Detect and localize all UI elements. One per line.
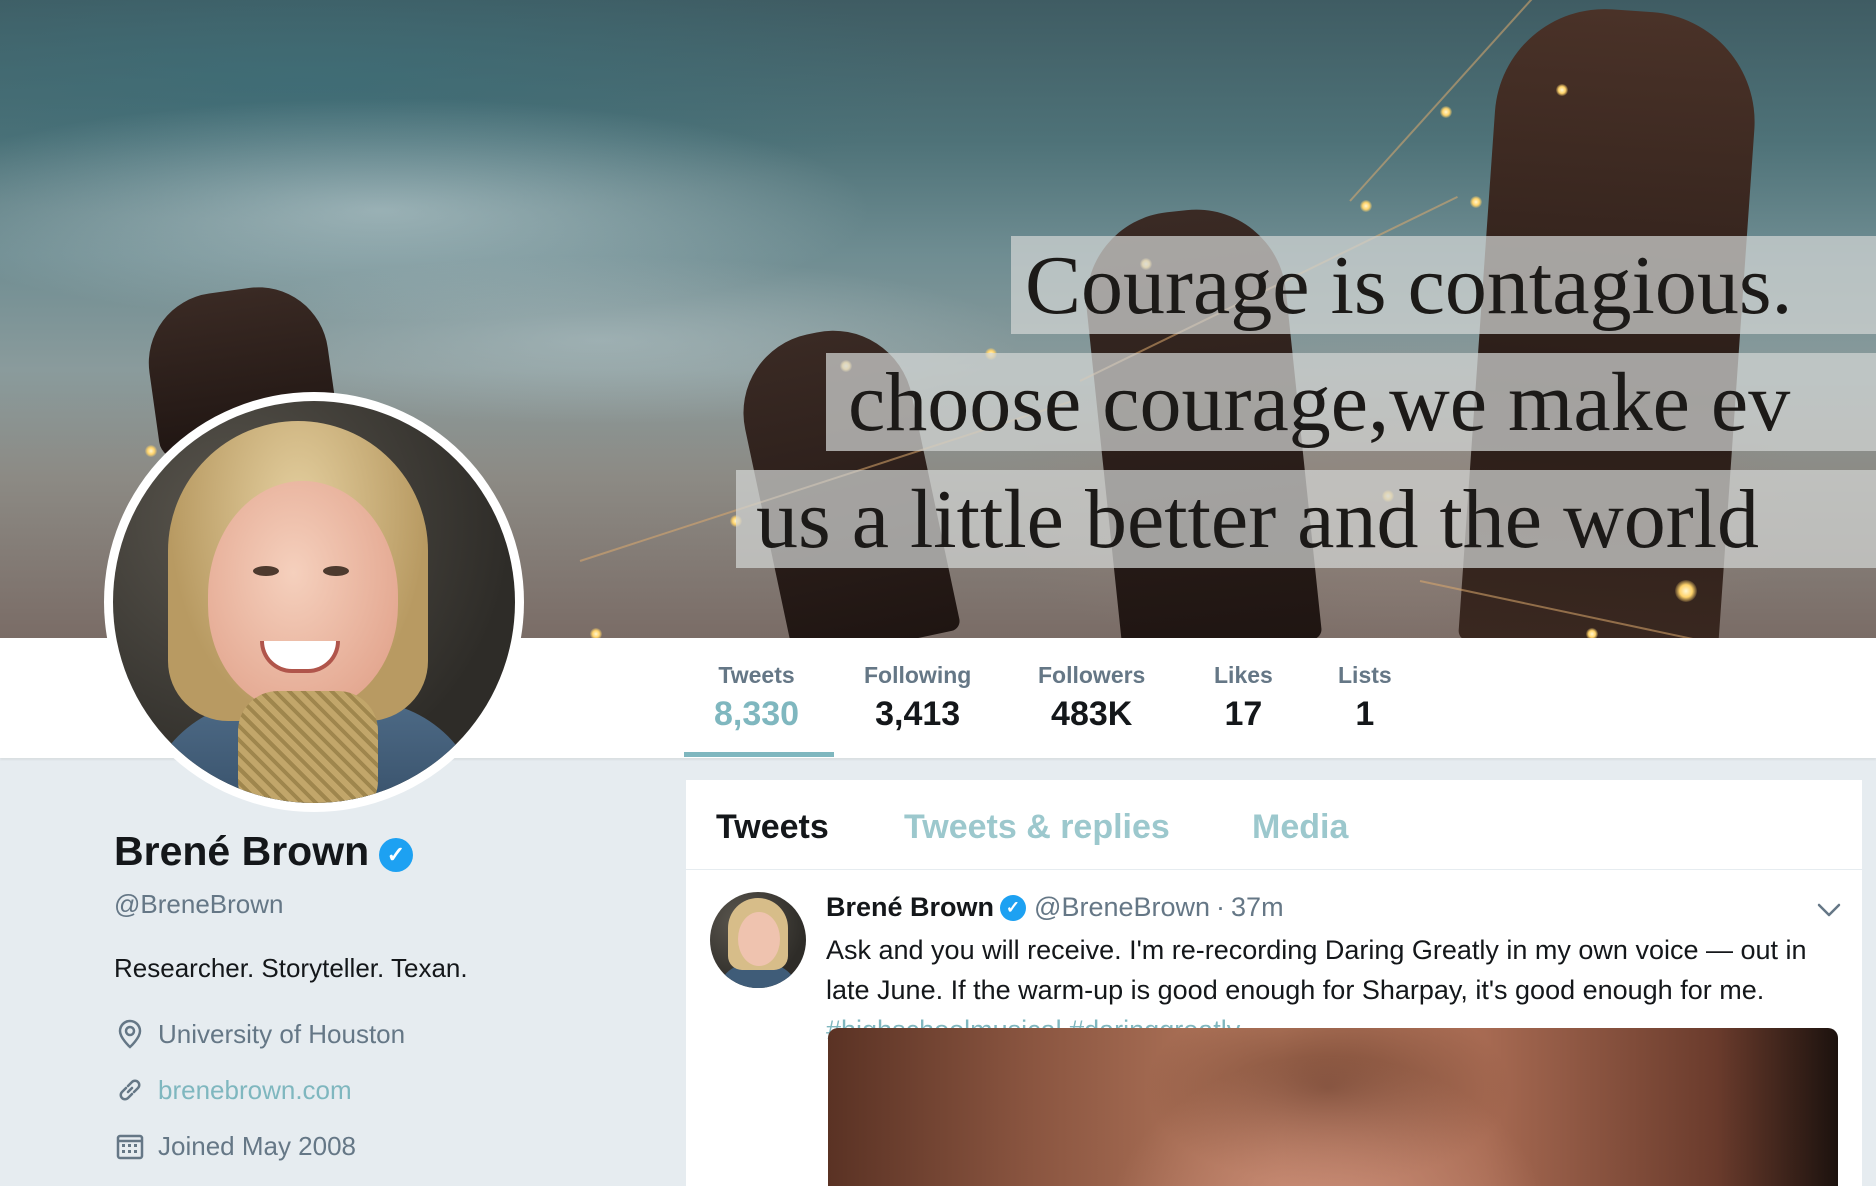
timeline-card: Tweets Tweets & replies Media Brené Brow… bbox=[686, 780, 1862, 1186]
timeline-tabs: Tweets Tweets & replies Media bbox=[686, 780, 1862, 870]
location-text: University of Houston bbox=[158, 1018, 406, 1049]
tweet-separator: · bbox=[1216, 892, 1226, 922]
stat-followers[interactable]: Followers 483K bbox=[1038, 662, 1145, 734]
stat-label: Tweets bbox=[718, 662, 795, 688]
stat-value: 483K bbox=[1051, 695, 1133, 733]
tweet-media-video[interactable] bbox=[828, 1028, 1838, 1186]
verified-badge-icon: ✓ bbox=[379, 838, 413, 872]
fairy-light bbox=[1440, 106, 1452, 118]
stat-label: Lists bbox=[1338, 662, 1392, 688]
stat-value: 8,330 bbox=[714, 695, 800, 733]
fairy-light bbox=[1470, 196, 1482, 208]
fairy-light bbox=[1556, 84, 1568, 96]
location-pin-icon bbox=[114, 1018, 146, 1050]
stat-tweets[interactable]: Tweets 8,330 bbox=[714, 662, 799, 734]
website-link[interactable]: brenebrown.com bbox=[158, 1075, 352, 1106]
tab-tweets-and-replies[interactable]: Tweets & replies bbox=[904, 808, 1170, 847]
avatar-eye bbox=[323, 566, 349, 576]
chevron-down-icon[interactable] bbox=[1814, 898, 1844, 922]
avatar-scarf bbox=[238, 691, 378, 803]
stat-label: Likes bbox=[1214, 662, 1273, 688]
calendar-icon bbox=[114, 1130, 146, 1162]
fairy-light bbox=[1586, 628, 1598, 638]
verified-badge-icon: ✓ bbox=[1000, 894, 1027, 921]
avatar-eye bbox=[253, 566, 279, 576]
profile-joined: Joined May 2008 bbox=[114, 1128, 356, 1164]
profile-website: brenebrown.com bbox=[114, 1072, 352, 1108]
stat-label: Followers bbox=[1038, 662, 1146, 688]
link-icon bbox=[114, 1074, 146, 1106]
profile-handle[interactable]: @BreneBrown bbox=[114, 889, 283, 920]
tweet-body: Ask and you will receive. I'm re-recordi… bbox=[826, 935, 1807, 1005]
fairy-light bbox=[145, 445, 157, 457]
fairy-light bbox=[1360, 200, 1372, 212]
profile-bio: Researcher. Storyteller. Texan. bbox=[114, 953, 468, 983]
stat-value: 3,413 bbox=[875, 695, 961, 733]
active-stat-underline bbox=[684, 752, 834, 757]
tweet-author-handle[interactable]: @BreneBrown bbox=[1034, 892, 1210, 923]
tweet-avatar[interactable] bbox=[710, 892, 806, 988]
profile-location: University of Houston bbox=[114, 1016, 405, 1052]
stat-label: Following bbox=[864, 662, 972, 688]
tab-media[interactable]: Media bbox=[1252, 808, 1348, 847]
tweet-timestamp[interactable]: 37m bbox=[1231, 892, 1284, 923]
fairy-light bbox=[1675, 580, 1697, 602]
profile-name[interactable]: Brené Brown bbox=[114, 828, 369, 875]
fairy-light bbox=[590, 628, 602, 638]
tab-tweets[interactable]: Tweets bbox=[716, 808, 829, 847]
tweet-avatar-face bbox=[738, 912, 780, 966]
stat-likes[interactable]: Likes 17 bbox=[1214, 662, 1273, 734]
profile-avatar[interactable] bbox=[104, 392, 524, 812]
tweet-header: Brené Brown ✓ @BreneBrown · 37m bbox=[826, 892, 1284, 923]
tweet[interactable]: Brené Brown ✓ @BreneBrown · 37m Ask and … bbox=[686, 870, 1862, 1186]
avatar-face bbox=[208, 481, 398, 711]
stat-following[interactable]: Following 3,413 bbox=[864, 662, 971, 734]
avatar-photo bbox=[113, 401, 515, 803]
tweet-author-name[interactable]: Brené Brown bbox=[826, 892, 994, 923]
stat-value: 1 bbox=[1355, 695, 1375, 733]
stat-lists[interactable]: Lists 1 bbox=[1338, 662, 1392, 734]
banner-quote-line: Courage is contagious. bbox=[1011, 236, 1876, 334]
stat-value: 17 bbox=[1224, 695, 1263, 733]
banner-quote-line: choose courage,we make ev bbox=[826, 353, 1876, 451]
banner-quote-line: us a little better and the world bbox=[736, 470, 1876, 568]
joined-text: Joined May 2008 bbox=[158, 1130, 357, 1161]
